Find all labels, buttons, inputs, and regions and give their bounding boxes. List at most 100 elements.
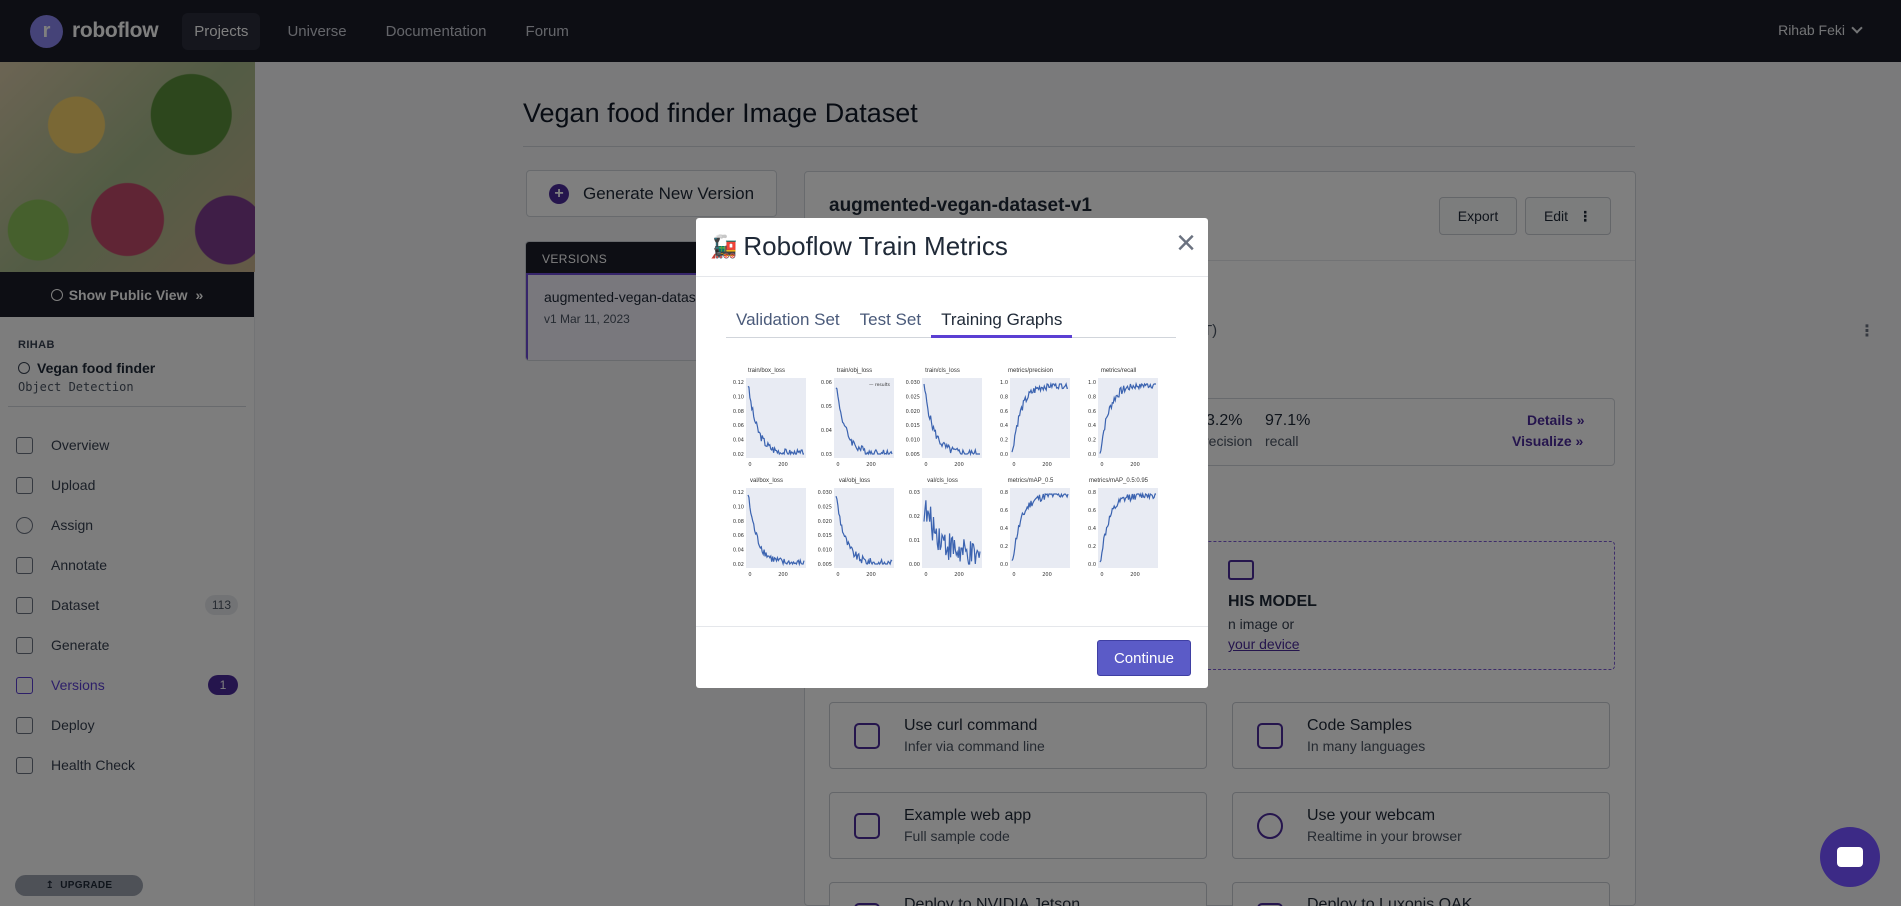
x-tick-label: 0 (1012, 572, 1015, 578)
close-icon[interactable]: × (1176, 226, 1196, 260)
y-tick-label: 0.0 (1000, 452, 1008, 458)
y-tick-label: 0.2 (1088, 438, 1096, 444)
y-tick-label: 0.8 (1000, 394, 1008, 400)
continue-button[interactable]: Continue (1097, 640, 1191, 676)
plot-canvas: 0.030 0.025 0.020 0.015 0.010 0.005 0 200 (818, 488, 894, 578)
training-plot: metrics/precision 1.0 0.8 0.6 0.4 0.2 0.0 0 200 (988, 368, 1073, 473)
x-tick-label: 0 (1100, 462, 1103, 468)
x-tick-label: 0 (1100, 572, 1103, 578)
plot-canvas: 1.0 0.8 0.6 0.4 0.2 0.0 0 200 (1088, 378, 1158, 468)
y-tick-label: 0.06 (733, 423, 744, 429)
y-tick-label: 0.2 (1000, 544, 1008, 550)
plot-legend: — results (869, 382, 891, 388)
train-icon: 🚂 (710, 233, 738, 259)
training-plot: metrics/recall 1.0 0.8 0.6 0.4 0.2 0.0 0 200 (1076, 368, 1161, 473)
x-tick-label: 200 (1130, 572, 1140, 578)
y-tick-label: 0.08 (733, 409, 744, 415)
y-tick-label: 0.4 (1000, 526, 1008, 532)
y-tick-label: 0.030 (818, 490, 832, 496)
x-tick-label: 0 (924, 462, 927, 468)
x-tick-label: 200 (954, 462, 964, 468)
training-plot: val/obj_loss 0.030 0.025 0.020 0.015 0.010 0.0… (812, 478, 897, 583)
y-tick-label: 0.4 (1000, 423, 1008, 429)
y-tick-label: 0.04 (733, 548, 744, 554)
plot-canvas: 0.8 0.6 0.4 0.2 0.0 0 200 (1000, 488, 1070, 578)
y-tick-label: 0.6 (1000, 409, 1008, 415)
y-tick-label: 0.00 (909, 562, 920, 568)
x-tick-label: 200 (866, 572, 876, 578)
plot-canvas: 0.03 0.02 0.01 0.00 0 200 (909, 488, 982, 578)
plot-area (834, 378, 894, 458)
plot-area (834, 488, 894, 568)
y-tick-label: 0.015 (906, 423, 920, 429)
plot-title: metrics/mAP_0.5:0.95 (1088, 478, 1149, 484)
training-plot: metrics/mAP_0.5 0.8 0.6 0.4 0.2 0.0 0 200 (988, 478, 1073, 583)
y-tick-label: 0.010 (906, 438, 920, 444)
y-tick-label: 0.08 (733, 519, 744, 525)
training-plot: train/obj_loss 0.06 0.05 0.04 0.03 0 200 — resu… (812, 368, 897, 473)
y-tick-label: 0.2 (1000, 438, 1008, 444)
y-tick-label: 0.8 (1000, 490, 1008, 496)
plot-area (746, 378, 806, 458)
x-tick-label: 0 (748, 462, 751, 468)
y-tick-label: 1.0 (1000, 380, 1008, 386)
modal-header: 🚂 Roboflow Train Metrics × (696, 218, 1208, 277)
x-tick-label: 0 (836, 462, 839, 468)
x-tick-label: 200 (954, 572, 964, 578)
plot-title: train/box_loss (747, 368, 786, 374)
y-tick-label: 0.025 (906, 394, 920, 400)
plot-canvas: 0.8 0.6 0.4 0.2 0.0 0 200 (1088, 488, 1158, 578)
x-tick-label: 0 (924, 572, 927, 578)
x-tick-label: 200 (1042, 572, 1052, 578)
y-tick-label: 0.010 (818, 548, 832, 554)
training-plot: val/box_loss 0.12 0.10 0.08 0.06 0.04 0.02 0 200 (724, 478, 809, 583)
plot-canvas: 0.12 0.10 0.08 0.06 0.04 0.02 0 200 (733, 488, 806, 578)
y-tick-label: 0.4 (1088, 423, 1096, 429)
training-plot: train/box_loss 0.12 0.10 0.08 0.06 0.04 0.02 0 2… (724, 368, 809, 473)
y-tick-label: 0.030 (906, 380, 920, 386)
plot-title: train/cls_loss (925, 368, 960, 374)
plot-canvas: 1.0 0.8 0.6 0.4 0.2 0.0 0 200 (1000, 378, 1070, 468)
plot-canvas: 0.12 0.10 0.08 0.06 0.04 0.02 0 200 (733, 378, 806, 468)
training-plot: train/cls_loss 0.030 0.025 0.020 0.015 0.010 0… (900, 368, 985, 473)
y-tick-label: 0.05 (821, 404, 832, 410)
chat-bubble[interactable] (1820, 827, 1880, 887)
training-graphs: train/box_loss 0.12 0.10 0.08 0.06 0.04 0.02 0 2… (724, 368, 1184, 590)
y-tick-label: 0.8 (1088, 394, 1096, 400)
tab-validation-set[interactable]: Validation Set (726, 304, 850, 338)
x-tick-label: 0 (748, 572, 751, 578)
y-tick-label: 0.06 (821, 380, 832, 386)
plot-canvas: 0.030 0.025 0.020 0.015 0.010 0.005 0 200 (906, 378, 982, 468)
plot-title: metrics/precision (1007, 368, 1053, 374)
training-plot: val/cls_loss 0.03 0.02 0.01 0.00 0 200 (900, 478, 985, 583)
y-tick-label: 0.025 (818, 504, 832, 510)
y-tick-label: 0.12 (733, 380, 744, 386)
tab-test-set[interactable]: Test Set (850, 304, 931, 338)
y-tick-label: 0.04 (733, 438, 744, 444)
plot-title: val/box_loss (749, 478, 784, 484)
plot-canvas: 0.06 0.05 0.04 0.03 0 200 — results (821, 378, 894, 468)
plot-title: val/cls_loss (927, 478, 958, 484)
y-tick-label: 0.10 (733, 394, 744, 400)
x-tick-label: 200 (866, 462, 876, 468)
x-tick-label: 0 (1012, 462, 1015, 468)
y-tick-label: 1.0 (1088, 380, 1096, 386)
y-tick-label: 0.0 (1088, 452, 1096, 458)
y-tick-label: 0.12 (733, 490, 744, 496)
y-tick-label: 0.020 (818, 519, 832, 525)
y-tick-label: 0.01 (909, 538, 920, 544)
y-tick-label: 0.015 (818, 533, 832, 539)
divider (696, 626, 1208, 627)
y-tick-label: 0.10 (733, 504, 744, 510)
y-tick-label: 0.0 (1000, 562, 1008, 568)
y-tick-label: 0.03 (821, 452, 832, 458)
chat-icon (1837, 847, 1863, 867)
y-tick-label: 0.020 (906, 409, 920, 415)
x-tick-label: 200 (778, 462, 788, 468)
y-tick-label: 0.0 (1088, 562, 1096, 568)
modal-title: 🚂 Roboflow Train Metrics (710, 231, 1008, 262)
tab-training-graphs[interactable]: Training Graphs (931, 304, 1073, 338)
y-tick-label: 0.02 (733, 452, 744, 458)
modal-title-text: Roboflow Train Metrics (743, 231, 1008, 261)
plot-title: train/obj_loss (836, 368, 873, 374)
